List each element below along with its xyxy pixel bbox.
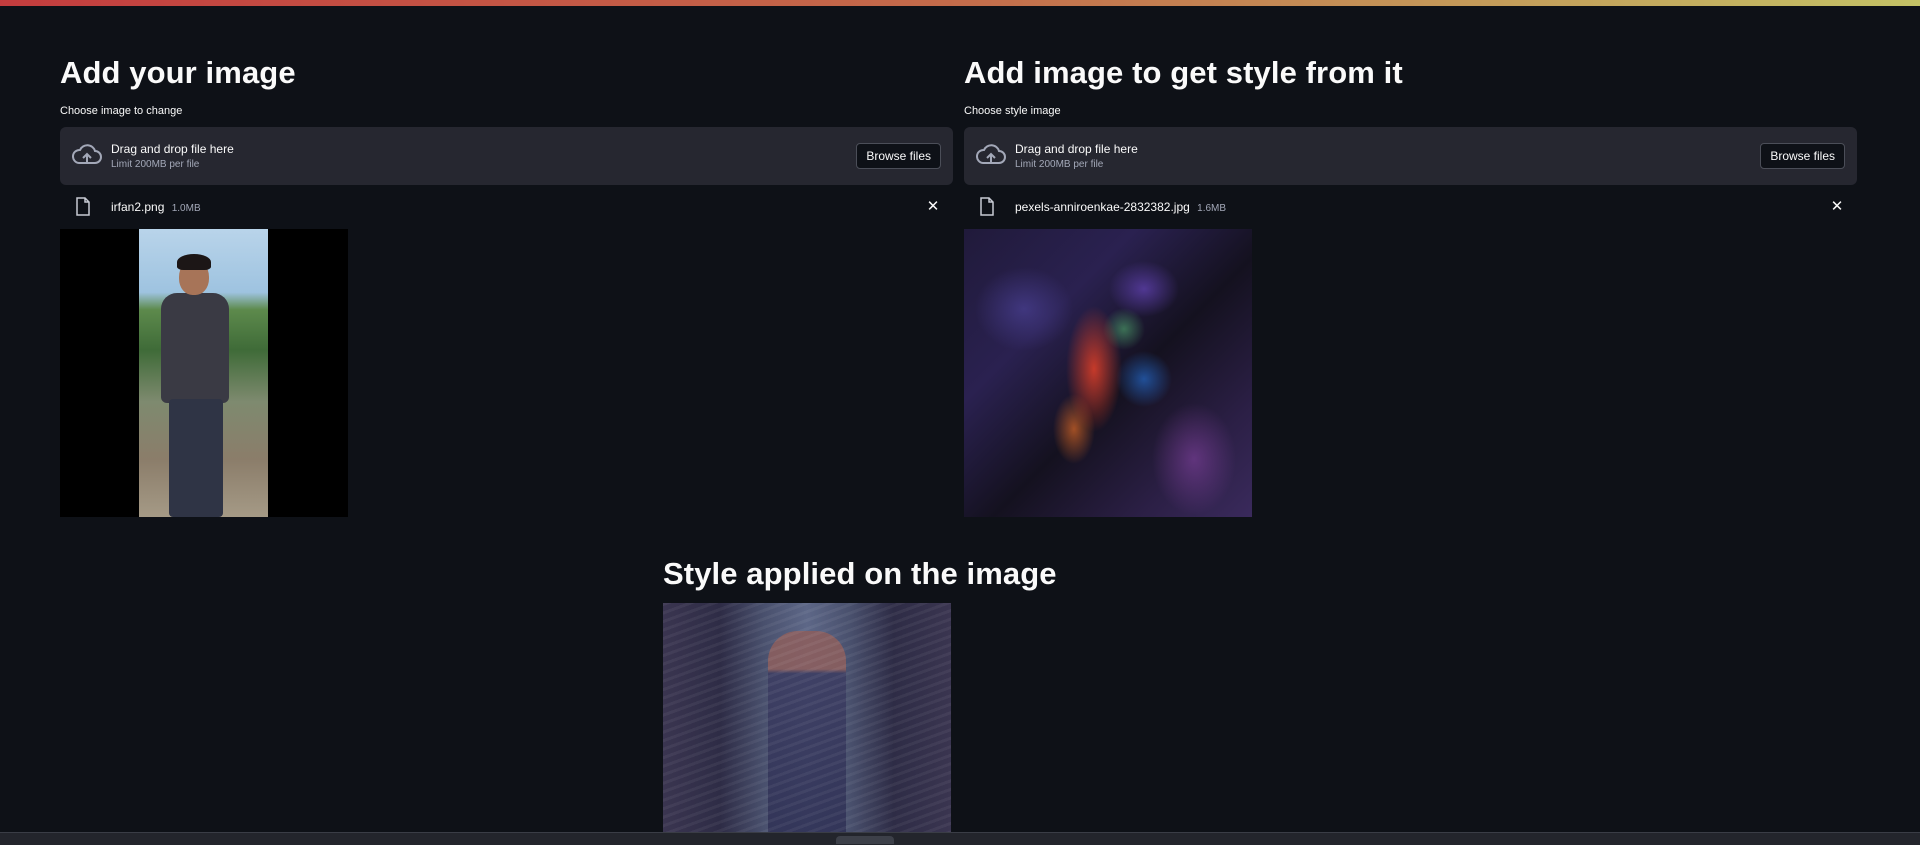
app-top-decoration: [0, 0, 1920, 6]
result-section-heading: Style applied on the image: [663, 556, 1057, 591]
content-uploader-label: Choose image to change: [60, 105, 183, 117]
file-icon: [980, 197, 994, 216]
bottom-scroll-bar: [0, 832, 1920, 845]
scroll-handle[interactable]: [836, 836, 894, 844]
uploaded-file-row: pexels-anniroenkae-2832382.jpg 1.6MB ✕: [964, 185, 1857, 229]
uploaded-file-name: pexels-anniroenkae-2832382.jpg: [1015, 200, 1190, 214]
uploaded-file-row: irfan2.png 1.0MB ✕: [60, 185, 953, 229]
style-dropzone[interactable]: Drag and drop file here Limit 200MB per …: [964, 127, 1857, 185]
uploaded-file-size: 1.0MB: [171, 203, 201, 214]
content-image-section: Add your image Choose image to change Dr…: [60, 48, 953, 517]
uploaded-file-size: 1.6MB: [1197, 203, 1227, 214]
uploaded-file-name: irfan2.png: [111, 200, 165, 214]
cloud-upload-icon: [72, 144, 102, 164]
dropzone-instructions: Drag and drop file here: [111, 142, 234, 156]
style-section-heading: Add image to get style from it: [964, 55, 1403, 90]
content-dropzone[interactable]: Drag and drop file here Limit 200MB per …: [60, 127, 953, 185]
dropzone-limit: Limit 200MB per file: [1015, 159, 1104, 170]
file-icon: [76, 197, 90, 216]
browse-files-button[interactable]: Browse files: [856, 143, 941, 169]
stylized-image-preview: [663, 603, 951, 843]
remove-file-icon[interactable]: ✕: [1827, 197, 1847, 217]
style-image-preview: [964, 229, 1252, 517]
content-image-preview: [60, 229, 348, 517]
dropzone-limit: Limit 200MB per file: [111, 159, 200, 170]
remove-file-icon[interactable]: ✕: [923, 197, 943, 217]
style-image-section: Add image to get style from it Choose st…: [964, 48, 1857, 517]
content-section-heading: Add your image: [60, 55, 296, 90]
browse-files-button[interactable]: Browse files: [1760, 143, 1845, 169]
cloud-upload-icon: [976, 144, 1006, 164]
person-photo: [139, 229, 268, 517]
dropzone-instructions: Drag and drop file here: [1015, 142, 1138, 156]
result-section: Style applied on the image: [663, 549, 1363, 843]
style-uploader-label: Choose style image: [964, 105, 1061, 117]
